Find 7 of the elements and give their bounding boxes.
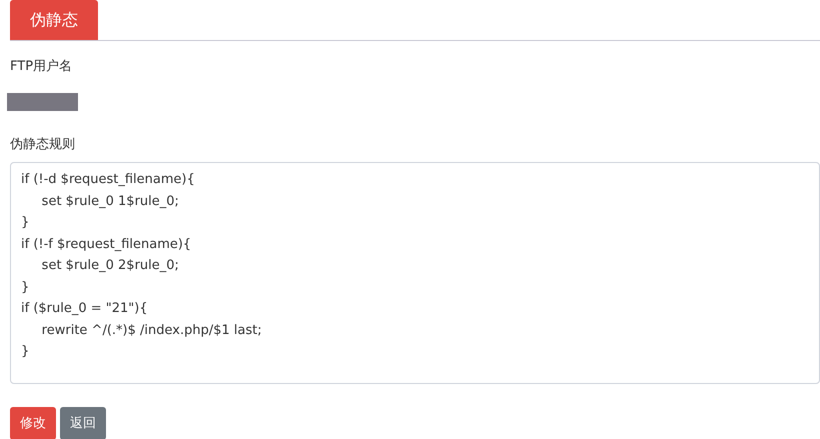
tab[interactable]: 伪静态: [10, 0, 98, 40]
field-label: 伪静态规则: [10, 136, 76, 154]
field-label: FTP用户名: [10, 58, 74, 76]
rules-field[interactable]: if (!-d $request_filename){ set $rule_0 1$rule_0; } if (!-f $request_filename){ set $rule_0 2$rule_0; } if ($rule_0 = "21"){ rewrite ^/(.*)$ /index.php/$1 last; }: [10, 162, 820, 384]
redacted-block: [7, 92, 78, 110]
action-button[interactable]: 返回: [60, 406, 106, 439]
action-button[interactable]: 修改: [10, 406, 56, 439]
